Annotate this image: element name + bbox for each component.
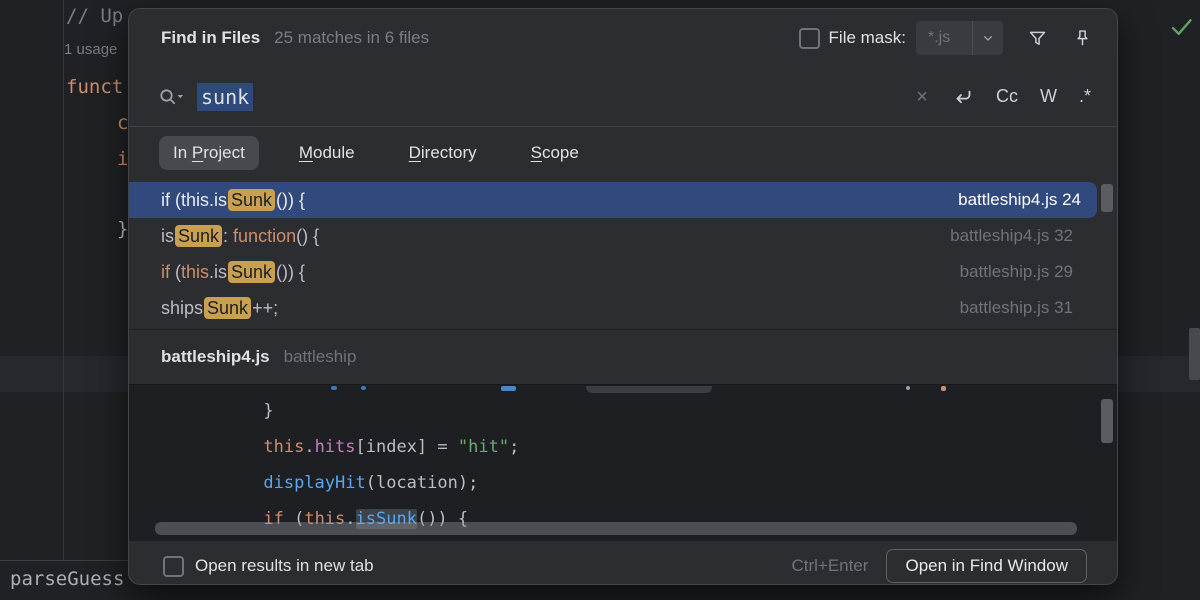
file-mask-value: *.js [916,29,972,47]
search-icon[interactable] [157,86,185,108]
preview-scrollbar-thumb[interactable] [1101,399,1113,443]
clear-icon[interactable]: × [916,87,928,107]
result-row[interactable]: if (this.isSunk()) { battleship.js 29 [129,254,1117,290]
preview-code-line: this.hits[index] = "hit"; [129,429,1117,465]
dialog-footer: Open results in new tab Ctrl+Enter Open … [129,540,1117,591]
match-case-icon[interactable]: Cc [996,86,1018,107]
editor-code-fragment-brace: } [117,218,128,240]
pin-icon[interactable] [1072,28,1093,49]
inspections-check-icon[interactable] [1168,13,1195,40]
editor-code-fragment-parseguess: parseGuess [10,568,124,590]
file-name: battleship4.js [161,347,270,367]
tab-directory[interactable]: Directory [395,136,491,170]
scope-tabs: In Project Module Directory Scope [129,127,1117,179]
clipped-fragment [361,386,366,390]
editor-code-fragment-c: c [117,112,128,134]
result-file-label: battleship4.js 32 [950,226,1073,246]
search-options: × Cc W .* [916,85,1091,109]
open-in-find-window-button[interactable]: Open in Find Window [886,549,1087,583]
chevron-down-icon[interactable] [972,21,1003,55]
find-in-files-dialog: Find in Files 25 matches in 6 files File… [128,8,1118,585]
shortcut-hint: Ctrl+Enter [791,556,868,576]
file-path: battleship [284,347,357,367]
editor-gutter-divider [63,0,64,560]
search-row: sunk × Cc W .* [129,67,1117,127]
results-scrollbar-thumb[interactable] [1101,184,1113,212]
editor-code-fragment-i: i [117,148,128,170]
file-mask-label: File mask: [829,28,906,48]
result-row[interactable]: isSunk: function() { battleship4.js 32 [129,218,1117,254]
editor-keyword-fragment: funct [66,76,123,98]
preview-code-line: } [129,393,1117,429]
newline-icon[interactable] [950,85,974,109]
filter-icon[interactable] [1027,28,1048,49]
code-preview-pane: } this.hits[index] = "hit"; displayHit(l… [129,384,1117,540]
result-row[interactable]: if (this.isSunk()) { battleship4.js 24 [129,182,1097,218]
preview-horizontal-scrollbar-thumb[interactable] [155,522,1077,535]
header-controls: File mask: *.js [799,21,1093,55]
clipped-code-line [129,385,1117,393]
tab-in-project[interactable]: In Project [159,136,259,170]
words-icon[interactable]: W [1040,86,1057,107]
regex-icon[interactable]: .* [1079,86,1091,107]
tab-scope[interactable]: Scope [517,136,593,170]
usages-inlay-hint: 1 usage [64,41,117,58]
file-group-header[interactable]: battleship4.js battleship [129,330,1117,384]
file-mask-combo[interactable]: *.js [916,21,1003,55]
open-results-label: Open results in new tab [195,556,374,576]
open-results-checkbox[interactable] [163,556,184,577]
clipped-fragment [941,386,946,391]
clipped-fragment [586,386,712,393]
search-input[interactable]: sunk [197,83,253,111]
dialog-header: Find in Files 25 matches in 6 files File… [129,9,1117,67]
results-list: if (this.isSunk()) { battleship4.js 24 i… [129,179,1117,330]
result-file-label: battleship.js 31 [960,298,1073,318]
editor-horizontal-divider [0,560,130,561]
preview-code-line: displayHit(location); [129,465,1117,501]
clipped-fragment [331,386,337,390]
match-summary: 25 matches in 6 files [274,28,429,48]
result-file-label: battleship.js 29 [960,262,1073,282]
clipped-fragment [501,386,516,391]
editor-scrollbar-thumb[interactable] [1189,328,1200,380]
dialog-title: Find in Files [161,28,260,48]
tab-module[interactable]: Module [285,136,369,170]
result-row[interactable]: shipsSunk++; battleship.js 31 [129,290,1117,326]
file-mask-checkbox[interactable] [799,28,820,49]
editor-comment-fragment: // Up [66,5,123,27]
result-file-label: battleship4.js 24 [958,190,1081,210]
clipped-fragment [906,386,910,390]
